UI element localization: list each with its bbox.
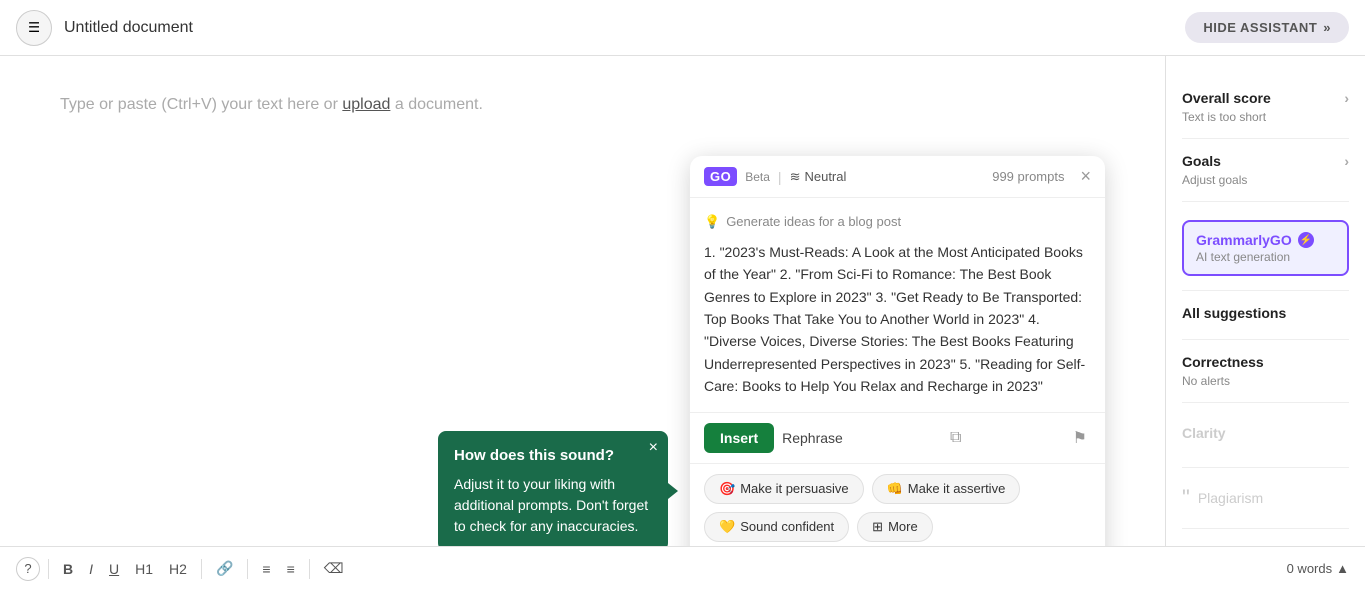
overall-score-sub: Text is too short (1182, 110, 1349, 124)
document-title: Untitled document (64, 19, 193, 37)
goals-sub: Adjust goals (1182, 173, 1349, 187)
neutral-icon: ≋ (790, 169, 801, 185)
grammarly-go-item-sub: AI text generation (1196, 250, 1335, 264)
grammarly-go-item[interactable]: GrammarlyGO ⚡ AI text generation (1182, 220, 1349, 276)
bottom-toolbar: ? B I U H1 H2 🔗 ≡ ≡ ⌫ 0 words ▲ (0, 546, 1365, 590)
clarity-title: Clarity (1182, 417, 1349, 449)
go-panel-header: GO Beta | ≋ Neutral 999 prompts × (690, 156, 1105, 198)
tooltip-title: How does this sound? (454, 445, 652, 468)
editor-placeholder: Type or paste (Ctrl+V) your text here or… (60, 96, 1105, 114)
correctness-title: Correctness (1182, 354, 1349, 370)
suggestion-persuasive[interactable]: 🎯 Make it persuasive (704, 474, 864, 504)
go-neutral: ≋ Neutral (790, 169, 847, 185)
underline-button[interactable]: U (103, 557, 125, 581)
italic-button[interactable]: I (83, 557, 99, 581)
link-button[interactable]: 🔗 (210, 556, 239, 581)
persuasive-label: Make it persuasive (740, 481, 848, 496)
insert-button[interactable]: Insert (704, 423, 774, 453)
toolbar-separator-1 (48, 559, 49, 579)
clear-formatting-button[interactable]: ⌫ (318, 556, 350, 581)
prompt-label-text: Generate ideas for a blog post (726, 212, 901, 233)
toolbar-separator-4 (309, 559, 310, 579)
grammarly-go-panel: GO Beta | ≋ Neutral 999 prompts × 💡 Gene… (690, 156, 1105, 546)
more-icon: ⊞ (872, 519, 883, 535)
go-sidebar-icon: ⚡ (1298, 232, 1314, 248)
right-sidebar: Overall score › Text is too short Goals … (1165, 56, 1365, 546)
all-suggestions-title: All suggestions (1182, 305, 1349, 321)
go-prompt-label: 💡 Generate ideas for a blog post (704, 212, 1091, 233)
persuasive-icon: 🎯 (719, 481, 735, 497)
toolbar-separator-2 (201, 559, 202, 579)
goals-title: Goals › (1182, 153, 1349, 169)
hide-assistant-button[interactable]: HIDE ASSISTANT » (1185, 12, 1349, 43)
menu-button[interactable]: ☰ (16, 10, 52, 46)
copy-button[interactable]: ⧉ (946, 425, 965, 451)
go-suggestions: 🎯 Make it persuasive 👊 Make it assertive… (690, 464, 1105, 546)
more-label: More (888, 519, 918, 534)
main-layout: Type or paste (Ctrl+V) your text here or… (0, 56, 1365, 546)
suggestion-assertive[interactable]: 👊 Make it assertive (872, 474, 1021, 504)
overall-score-section: Overall score › Text is too short (1182, 76, 1349, 139)
suggestion-more[interactable]: ⊞ More (857, 512, 933, 542)
bold-button[interactable]: B (57, 557, 79, 581)
plagiarism-section[interactable]: " Plagiarism (1182, 468, 1349, 529)
unordered-list-button[interactable]: ≡ (281, 557, 301, 581)
generated-text: 1. "2023's Must-Reads: A Look at the Mos… (704, 241, 1091, 398)
grammarly-go-item-title: GrammarlyGO ⚡ (1196, 232, 1335, 248)
overall-score-title: Overall score › (1182, 90, 1349, 106)
go-logo: GO (704, 167, 737, 186)
prompt-icon: 💡 (704, 212, 720, 233)
go-beta-label: Beta (745, 170, 770, 184)
h2-button[interactable]: H2 (163, 557, 193, 581)
all-suggestions-section: All suggestions (1182, 291, 1349, 340)
help-button[interactable]: ? (16, 557, 40, 581)
menu-icon: ☰ (28, 20, 40, 36)
ordered-list-button[interactable]: ≡ (256, 557, 276, 581)
suggestion-confident[interactable]: 💛 Sound confident (704, 512, 849, 542)
h1-button[interactable]: H1 (129, 557, 159, 581)
tooltip-close-button[interactable]: × (649, 439, 658, 457)
rephrase-button[interactable]: Rephrase (782, 430, 843, 446)
editor-area[interactable]: Type or paste (Ctrl+V) your text here or… (0, 56, 1165, 546)
flag-button[interactable]: ⚑ (1069, 424, 1091, 452)
word-count[interactable]: 0 words ▲ (1287, 561, 1349, 576)
tooltip-box: × How does this sound? Adjust it to your… (438, 431, 668, 546)
assertive-label: Make it assertive (908, 481, 1006, 496)
go-close-button[interactable]: × (1080, 166, 1091, 187)
prompts-count: 999 prompts (992, 169, 1064, 184)
goals-chevron: › (1344, 153, 1349, 169)
upload-link[interactable]: upload (342, 96, 390, 113)
goals-section[interactable]: Goals › Adjust goals (1182, 139, 1349, 202)
correctness-sub: No alerts (1182, 374, 1349, 388)
overall-score-chevron: › (1344, 90, 1349, 106)
grammarly-go-section: GrammarlyGO ⚡ AI text generation (1182, 202, 1349, 291)
go-content: 💡 Generate ideas for a blog post 1. "202… (690, 198, 1105, 413)
toolbar-separator-3 (247, 559, 248, 579)
topbar: ☰ Untitled document HIDE ASSISTANT » (0, 0, 1365, 56)
tooltip-body: Adjust it to your liking with additional… (454, 474, 652, 537)
correctness-section: Correctness No alerts (1182, 340, 1349, 403)
neutral-label: Neutral (804, 169, 846, 184)
confident-label: Sound confident (740, 519, 834, 534)
go-actions: Insert Rephrase ⧉ ⚑ (690, 413, 1105, 464)
confident-icon: 💛 (719, 519, 735, 535)
plagiarism-title: Plagiarism (1198, 482, 1263, 514)
plagiarism-icon: " (1182, 485, 1190, 511)
assertive-icon: 👊 (887, 481, 903, 497)
clarity-section: Clarity (1182, 403, 1349, 468)
tooltip-arrow (668, 483, 678, 499)
